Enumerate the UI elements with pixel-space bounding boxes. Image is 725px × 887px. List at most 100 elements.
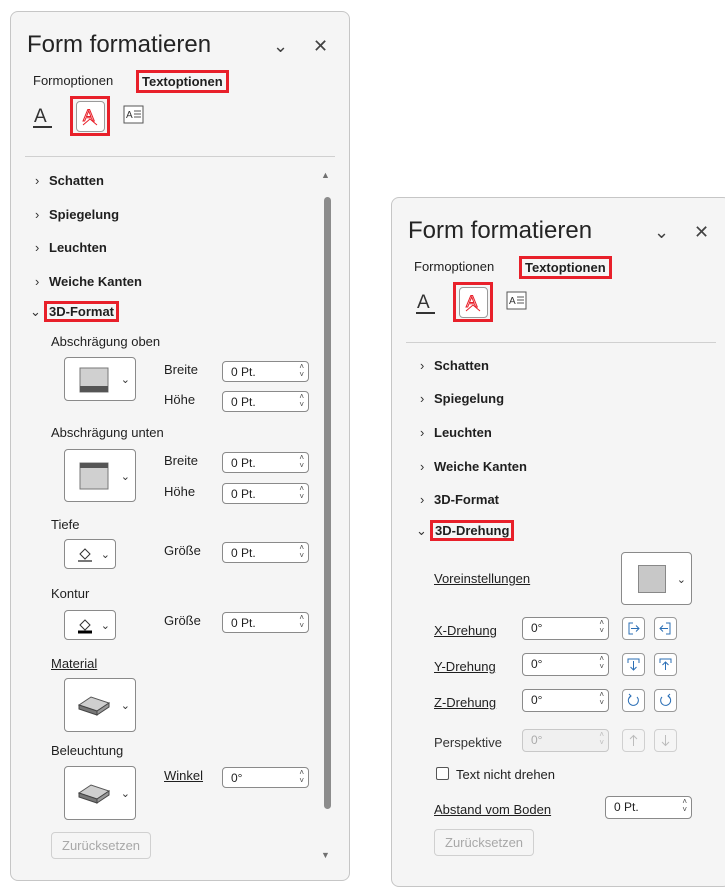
bevel-top-dropdown[interactable]: ⌄ bbox=[64, 357, 136, 401]
scrollbar-thumb[interactable] bbox=[324, 197, 331, 809]
paint-bucket-icon bbox=[78, 619, 92, 634]
distance-from-ground-input[interactable]: 0 Pt. ˄ ˅ bbox=[605, 796, 692, 819]
paint-bucket-icon bbox=[78, 548, 92, 562]
svg-text:A: A bbox=[126, 110, 133, 121]
pane-title: Form formatieren bbox=[408, 217, 593, 244]
chevron-right-icon: › bbox=[35, 240, 40, 255]
reset-button[interactable]: Zurücksetzen bbox=[434, 829, 535, 856]
material-dropdown[interactable]: ⌄ bbox=[64, 678, 136, 732]
perspective-increase-icon bbox=[622, 729, 645, 752]
textbox-layout-icon[interactable]: A bbox=[123, 103, 145, 129]
contour-color-dropdown[interactable]: ⌄ bbox=[64, 610, 116, 640]
section-reflection[interactable]: › Spiegelung bbox=[35, 207, 119, 222]
svg-text:A: A bbox=[509, 296, 516, 307]
scroll-down-arrow-icon[interactable]: ▼ bbox=[321, 850, 330, 860]
material-preview-icon bbox=[77, 696, 111, 716]
rotate-left-icon[interactable] bbox=[622, 617, 645, 640]
preset-preview-swatch bbox=[638, 565, 666, 593]
format-shape-pane-right: Form formatieren ⌄ ✕ Formoptionen Textop… bbox=[391, 197, 725, 887]
bevel-top-height-input[interactable]: 0 Pt. ˄ ˅ bbox=[222, 391, 309, 412]
spinner-arrows-icon[interactable]: ˄ ˅ bbox=[299, 363, 304, 379]
spinner-arrows-icon[interactable]: ˄ ˅ bbox=[599, 691, 604, 707]
depth-size-input[interactable]: 0 Pt. ˄ ˅ bbox=[222, 542, 309, 563]
bevel-bottom-dropdown[interactable]: ⌄ bbox=[64, 449, 136, 502]
section-reflection[interactable]: › Spiegelung bbox=[420, 391, 504, 406]
distance-from-ground-label: Abstand vom Boden bbox=[434, 802, 552, 817]
x-rotation-input[interactable]: 0° ˄ ˅ bbox=[522, 617, 609, 640]
bevel-bottom-label: Abschrägung unten bbox=[51, 425, 164, 440]
y-rotation-label: Y-Drehung bbox=[434, 659, 496, 674]
spinner-arrows-icon[interactable]: ˄ ˅ bbox=[299, 393, 304, 409]
chevron-right-icon: › bbox=[420, 459, 425, 474]
tab-text-options[interactable]: Textoptionen bbox=[519, 256, 612, 279]
chevron-down-icon: ⌄ bbox=[120, 700, 130, 712]
rotate-clockwise-icon[interactable] bbox=[654, 689, 677, 712]
text-effects-icon[interactable]: A bbox=[453, 282, 493, 322]
y-rotation-input[interactable]: 0° ˄ ˅ bbox=[522, 653, 609, 676]
spinner-arrows-icon[interactable]: ˄ ˅ bbox=[299, 769, 304, 785]
rotate-right-icon[interactable] bbox=[654, 617, 677, 640]
chevron-down-icon: ⌄ bbox=[100, 549, 110, 561]
section-3d-rotation[interactable]: ⌄ 3D-Drehung bbox=[416, 520, 515, 541]
text-fill-outline-icon[interactable]: A bbox=[414, 289, 436, 315]
spinner-arrows-icon[interactable]: ˄ ˅ bbox=[599, 655, 604, 671]
section-glow[interactable]: › Leuchten bbox=[35, 240, 107, 255]
reset-button[interactable]: Zurücksetzen bbox=[51, 832, 152, 859]
chevron-down-icon: ⌄ bbox=[30, 304, 41, 319]
spinner-arrows-icon[interactable]: ˄ ˅ bbox=[682, 798, 687, 814]
text-fill-outline-icon[interactable]: A bbox=[31, 103, 53, 129]
section-shadow[interactable]: › Schatten bbox=[420, 358, 489, 373]
chevron-right-icon: › bbox=[420, 391, 425, 406]
spinner-arrows-icon[interactable]: ˄ ˅ bbox=[299, 544, 304, 560]
spinner-arrows-icon[interactable]: ˄ ˅ bbox=[299, 485, 304, 501]
section-soft-edges[interactable]: › Weiche Kanten bbox=[35, 274, 142, 289]
depth-color-dropdown[interactable]: ⌄ bbox=[64, 539, 116, 569]
bevel-top-width-label: Breite bbox=[164, 362, 198, 377]
section-shadow[interactable]: › Schatten bbox=[35, 173, 104, 188]
perspective-label: Perspektive bbox=[434, 735, 502, 750]
section-glow[interactable]: › Leuchten bbox=[420, 425, 492, 440]
lighting-dropdown[interactable]: ⌄ bbox=[64, 766, 136, 820]
z-rotation-input[interactable]: 0° ˄ ˅ bbox=[522, 689, 609, 712]
divider bbox=[406, 342, 716, 343]
spinner-arrows-icon[interactable]: ˄ ˅ bbox=[299, 614, 304, 630]
section-soft-edges[interactable]: › Weiche Kanten bbox=[420, 459, 527, 474]
spinner-arrows-icon[interactable]: ˄ ˅ bbox=[299, 454, 304, 470]
keep-text-flat-checkbox[interactable] bbox=[436, 767, 449, 780]
contour-size-input[interactable]: 0 Pt. ˄ ˅ bbox=[222, 612, 309, 633]
bevel-bottom-height-label: Höhe bbox=[164, 484, 196, 499]
section-3d-format[interactable]: › 3D-Format bbox=[420, 492, 499, 507]
text-effects-icon[interactable]: A bbox=[70, 96, 110, 136]
chevron-down-icon: ⌄ bbox=[120, 374, 130, 386]
close-icon[interactable]: ✕ bbox=[313, 36, 328, 57]
close-icon[interactable]: ✕ bbox=[694, 222, 709, 243]
tab-text-options[interactable]: Textoptionen bbox=[136, 70, 229, 93]
rotate-counterclockwise-icon[interactable] bbox=[622, 689, 645, 712]
tab-shape-options[interactable]: Formoptionen bbox=[33, 73, 113, 88]
depth-size-label: Größe bbox=[164, 543, 201, 558]
chevron-right-icon: › bbox=[420, 425, 425, 440]
bevel-bottom-preview-icon bbox=[79, 462, 109, 490]
chevron-down-icon[interactable]: ⌄ bbox=[654, 222, 669, 243]
chevron-right-icon: › bbox=[420, 492, 425, 507]
tilt-up-icon[interactable] bbox=[654, 653, 677, 676]
bevel-bottom-width-input[interactable]: 0 Pt. ˄ ˅ bbox=[222, 452, 309, 473]
section-3d-format[interactable]: ⌄ 3D-Format bbox=[30, 301, 120, 322]
chevron-down-icon[interactable]: ⌄ bbox=[273, 36, 288, 57]
tab-shape-options[interactable]: Formoptionen bbox=[414, 259, 494, 274]
bevel-top-width-input[interactable]: 0 Pt. ˄ ˅ bbox=[222, 361, 309, 382]
scroll-up-arrow-icon[interactable]: ▲ bbox=[321, 170, 330, 180]
contour-size-label: Größe bbox=[164, 613, 201, 628]
tilt-down-icon[interactable] bbox=[622, 653, 645, 676]
lighting-angle-input[interactable]: 0° ˄ ˅ bbox=[222, 767, 309, 788]
divider bbox=[25, 156, 335, 157]
presets-dropdown[interactable]: ⌄ bbox=[621, 552, 692, 605]
spinner-arrows-icon[interactable]: ˄ ˅ bbox=[599, 619, 604, 635]
chevron-down-icon: ⌄ bbox=[100, 620, 110, 632]
bevel-bottom-height-input[interactable]: 0 Pt. ˄ ˅ bbox=[222, 483, 309, 504]
bevel-top-height-label: Höhe bbox=[164, 392, 196, 407]
x-rotation-label: X-Drehung bbox=[434, 623, 497, 638]
chevron-right-icon: › bbox=[35, 173, 40, 188]
textbox-layout-icon[interactable]: A bbox=[506, 289, 528, 315]
bevel-top-preview-icon bbox=[79, 367, 109, 393]
